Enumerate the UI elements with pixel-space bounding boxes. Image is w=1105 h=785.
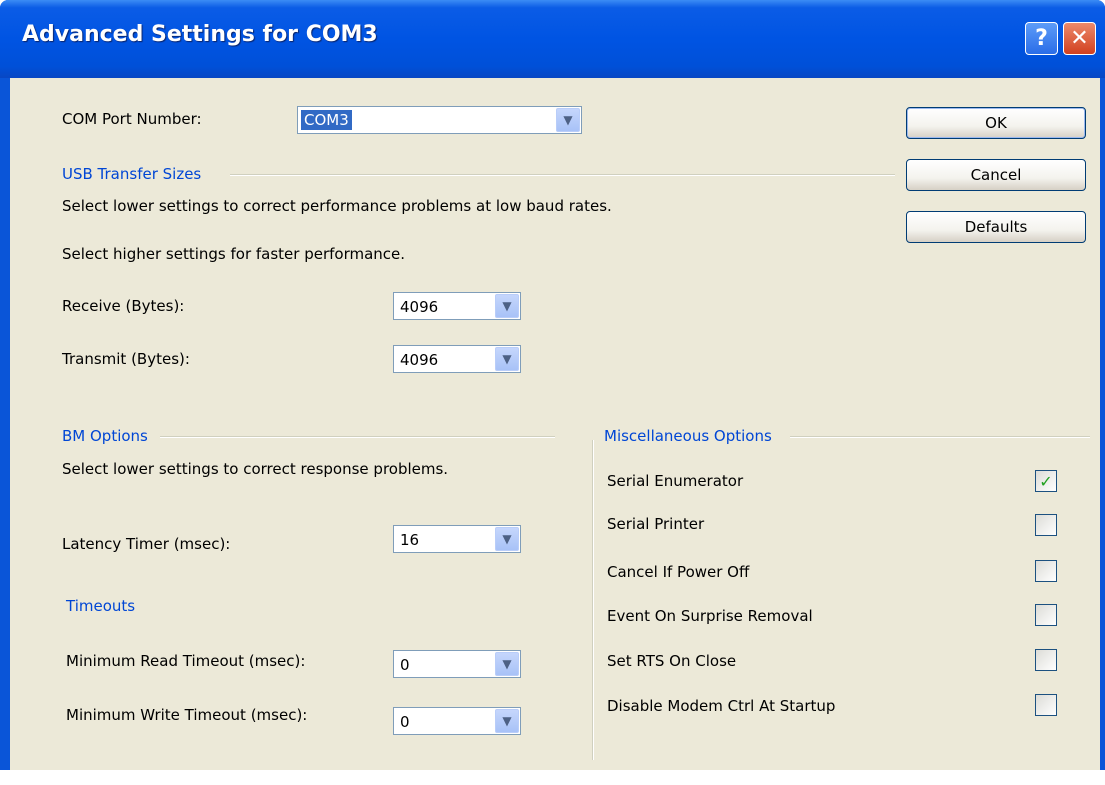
close-icon: ✕ (1070, 26, 1089, 51)
usb-transfer-title: USB Transfer Sizes (62, 165, 202, 183)
usb-transfer-hint-higher: Select higher settings for faster perfor… (62, 245, 406, 263)
receive-label: Receive (Bytes): (62, 297, 185, 315)
event-on-surprise-removal-checkbox[interactable] (1035, 604, 1057, 626)
chevron-down-icon[interactable]: ▼ (495, 527, 519, 551)
bm-options-title: BM Options (62, 427, 148, 445)
serial-printer-checkbox[interactable] (1035, 514, 1057, 536)
help-button[interactable]: ? (1025, 22, 1058, 55)
timeouts-title: Timeouts (66, 597, 136, 615)
misc-options-left-border (592, 440, 594, 760)
read-timeout-select[interactable]: 0 ▼ (393, 650, 521, 678)
serial-enumerator-checkbox[interactable]: ✓ (1035, 470, 1057, 492)
bm-options-hint: Select lower settings to correct respons… (62, 460, 449, 478)
chevron-down-icon[interactable]: ▼ (495, 294, 519, 318)
write-timeout-value: 0 (400, 713, 410, 731)
receive-select[interactable]: 4096 ▼ (393, 292, 521, 320)
receive-value: 4096 (400, 298, 439, 316)
misc-option-label: Cancel If Power Off (607, 563, 750, 581)
usb-transfer-hint-lower: Select lower settings to correct perform… (62, 197, 612, 215)
latency-select[interactable]: 16 ▼ (393, 525, 521, 553)
chevron-down-icon[interactable]: ▼ (556, 108, 580, 132)
window-bottom-strip (0, 770, 1105, 785)
defaults-button[interactable]: Defaults (906, 211, 1086, 243)
misc-option-label: Serial Printer (607, 515, 705, 533)
latency-value: 16 (400, 531, 420, 549)
misc-option-label: Event On Surprise Removal (607, 607, 813, 625)
bm-options-divider (160, 436, 555, 438)
set-rts-on-close-checkbox[interactable] (1035, 649, 1057, 671)
read-timeout-label: Minimum Read Timeout (msec): (66, 652, 306, 670)
cancel-button[interactable]: Cancel (906, 159, 1086, 191)
ok-button[interactable]: OK (906, 107, 1086, 139)
help-icon: ? (1035, 26, 1048, 51)
usb-transfer-divider (230, 174, 895, 176)
window-title: Advanced Settings for COM3 (22, 22, 378, 47)
close-button[interactable]: ✕ (1063, 22, 1096, 55)
com-port-value: COM3 (301, 110, 352, 130)
cancel-if-power-off-checkbox[interactable] (1035, 560, 1057, 582)
misc-option-label: Serial Enumerator (607, 472, 744, 490)
com-port-label: COM Port Number: (62, 110, 202, 128)
disable-modem-ctrl-checkbox[interactable] (1035, 694, 1057, 716)
chevron-down-icon[interactable]: ▼ (495, 652, 519, 676)
read-timeout-value: 0 (400, 656, 410, 674)
transmit-value: 4096 (400, 351, 439, 369)
com-port-select[interactable]: COM3 ▼ (297, 106, 582, 134)
latency-label: Latency Timer (msec): (62, 535, 231, 553)
misc-options-divider (790, 436, 1090, 438)
transmit-select[interactable]: 4096 ▼ (393, 345, 521, 373)
chevron-down-icon[interactable]: ▼ (495, 347, 519, 371)
checkmark-icon: ✓ (1039, 471, 1053, 491)
write-timeout-label: Minimum Write Timeout (msec): (66, 706, 308, 724)
transmit-label: Transmit (Bytes): (62, 350, 190, 368)
write-timeout-select[interactable]: 0 ▼ (393, 707, 521, 735)
title-bar[interactable]: Advanced Settings for COM3 ? ✕ (0, 0, 1105, 78)
misc-option-label: Disable Modem Ctrl At Startup (607, 697, 836, 715)
misc-options-title: Miscellaneous Options (604, 427, 772, 445)
chevron-down-icon[interactable]: ▼ (495, 709, 519, 733)
misc-option-label: Set RTS On Close (607, 652, 737, 670)
